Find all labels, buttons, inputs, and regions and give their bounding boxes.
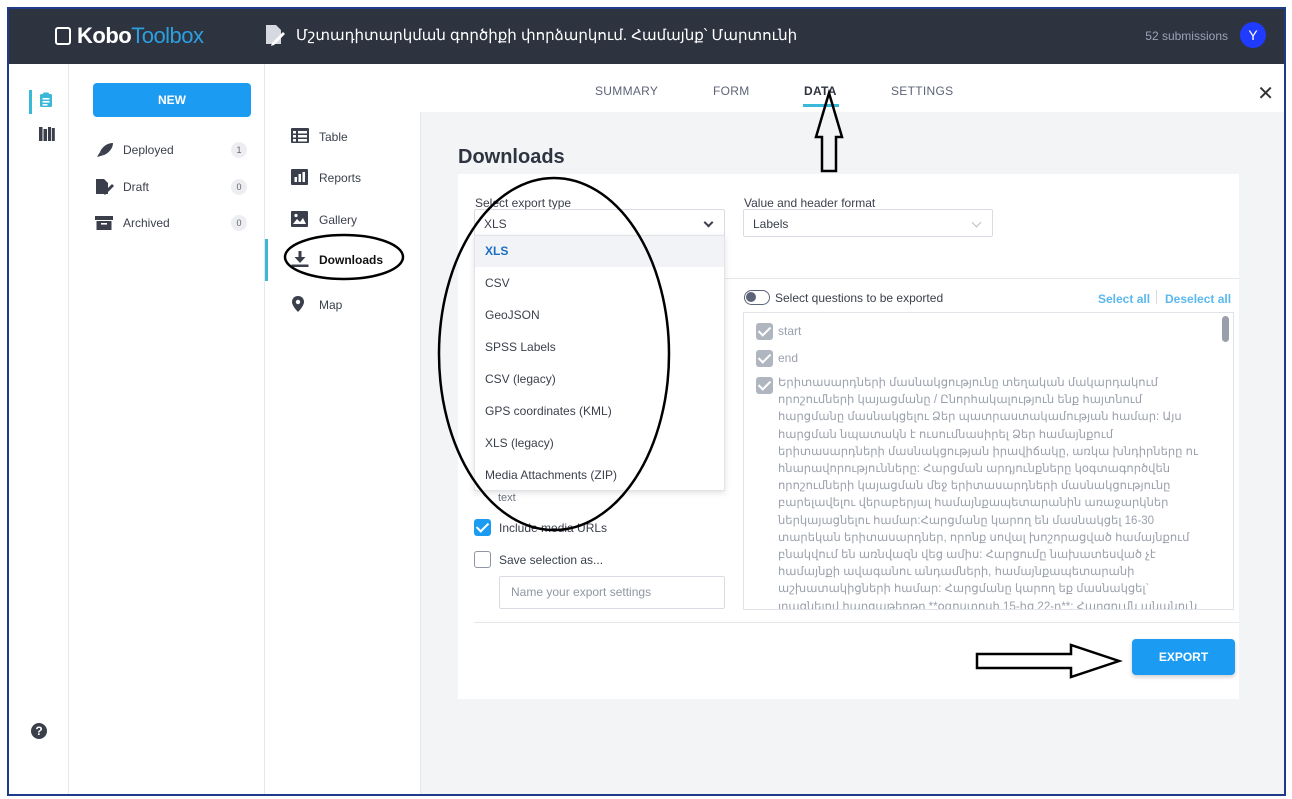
chevron-down-icon xyxy=(703,217,714,228)
page-title: Downloads xyxy=(458,146,565,168)
tab-data[interactable]: DATA xyxy=(804,84,837,98)
top-bar: KoboToolbox Մշտադիտարկման գործիքի փորձար… xyxy=(9,9,1284,64)
question-label: end xyxy=(778,351,799,365)
export-type-label: Select export type xyxy=(475,196,572,210)
deselect-all-link[interactable]: Deselect all xyxy=(1165,292,1231,306)
downloads-content: Downloads Select export type XLS Value a… xyxy=(421,112,1284,794)
question-label: start xyxy=(778,324,802,338)
count-badge: 1 xyxy=(231,142,247,158)
main-icon-nav: ? xyxy=(9,64,69,794)
dropdown-option-zip[interactable]: Media Attachments (ZIP) xyxy=(475,460,724,491)
select-questions-toggle[interactable] xyxy=(744,290,770,305)
gallery-icon xyxy=(291,211,308,227)
chevron-down-icon xyxy=(971,217,982,228)
reports-icon xyxy=(291,169,308,185)
archive-icon xyxy=(95,216,113,230)
subnav-label: Table xyxy=(319,130,348,144)
form-tabs: SUMMARY FORM DATA SETTINGS ✕ xyxy=(265,64,1284,112)
save-selection-checkbox[interactable] xyxy=(474,551,491,568)
format-value: Labels xyxy=(753,217,789,231)
app-frame: KoboToolbox Մշտադիտարկման գործիքի փորձար… xyxy=(7,7,1286,796)
submissions-count: 52 submissions xyxy=(1145,29,1228,43)
scrollbar[interactable] xyxy=(1222,316,1229,342)
table-icon xyxy=(291,128,309,143)
dropdown-option-spss[interactable]: SPSS Labels xyxy=(475,332,724,363)
count-badge: 0 xyxy=(231,179,247,195)
kobotoolbox-logo[interactable]: KoboToolbox xyxy=(55,23,204,49)
question-checkbox[interactable] xyxy=(756,350,773,367)
sidebar-item-label: Deployed xyxy=(123,143,174,157)
question-checkbox[interactable] xyxy=(756,323,773,340)
rocket-icon xyxy=(97,143,113,157)
subnav-label: Map xyxy=(319,298,343,312)
question-label: Երիտասարդների մասնակցությունը տեղական մա… xyxy=(778,377,1198,610)
tab-settings[interactable]: SETTINGS xyxy=(891,84,953,98)
questions-list[interactable]: start end Երիտասարդների մասնակցությունը … xyxy=(743,312,1234,610)
download-icon xyxy=(291,251,309,267)
sidebar-item-draft[interactable]: Draft 0 xyxy=(95,176,255,198)
data-subnav: Table Reports Gallery Downloads Map xyxy=(265,112,421,794)
include-media-checkbox[interactable] xyxy=(474,519,491,536)
subnav-label: Gallery xyxy=(319,213,358,227)
export-type-select[interactable]: XLS xyxy=(474,209,725,237)
user-avatar[interactable]: Y xyxy=(1240,22,1266,48)
subnav-label: Reports xyxy=(319,171,362,185)
export-card: Select export type XLS Value and header … xyxy=(458,174,1239,699)
new-button[interactable]: NEW xyxy=(93,83,251,117)
option-partial-text: text xyxy=(498,492,516,504)
sidebar-item-archived[interactable]: Archived 0 xyxy=(95,212,255,234)
logo-suffix: Toolbox xyxy=(131,23,204,48)
close-icon[interactable]: ✕ xyxy=(1257,81,1274,106)
sidebar-item-label: Draft xyxy=(123,180,150,194)
dropdown-option-xls-legacy[interactable]: XLS (legacy) xyxy=(475,428,724,459)
export-type-dropdown: XLS CSV GeoJSON SPSS Labels CSV (legacy)… xyxy=(474,235,725,491)
dropdown-option-kml[interactable]: GPS coordinates (KML) xyxy=(475,396,724,427)
tab-form[interactable]: FORM xyxy=(713,84,750,98)
divider xyxy=(474,622,1239,623)
dropdown-option-xls[interactable]: XLS xyxy=(475,236,724,267)
dropdown-option-csv[interactable]: CSV xyxy=(475,268,724,299)
select-all-link[interactable]: Select all xyxy=(1098,292,1150,306)
select-questions-label: Select questions to be exported xyxy=(775,291,944,305)
sidebar-item-deployed[interactable]: Deployed 1 xyxy=(95,139,255,161)
sidebar-item-label: Archived xyxy=(123,216,170,230)
dropdown-option-csv-legacy[interactable]: CSV (legacy) xyxy=(475,364,724,395)
save-selection-label: Save selection as... xyxy=(499,553,604,567)
subnav-label: Downloads xyxy=(319,253,384,267)
active-indicator xyxy=(265,239,268,281)
export-button[interactable]: EXPORT xyxy=(1132,639,1235,675)
format-select[interactable]: Labels xyxy=(743,209,993,237)
tab-summary[interactable]: SUMMARY xyxy=(595,84,658,98)
projects-icon[interactable] xyxy=(39,92,53,108)
question-checkbox[interactable] xyxy=(756,377,773,394)
library-icon[interactable] xyxy=(39,127,55,141)
divider xyxy=(1156,290,1157,304)
logo-prefix: Kobo xyxy=(77,23,132,48)
dropdown-option-geojson[interactable]: GeoJSON xyxy=(475,300,724,331)
format-label: Value and header format xyxy=(744,196,876,210)
asset-title: Մշտադիտարկման գործիքի փորձարկում. Համայն… xyxy=(296,27,798,44)
include-media-label: Include media URLs xyxy=(499,521,608,535)
export-settings-name-input[interactable]: Name your export settings xyxy=(499,576,725,609)
map-pin-icon xyxy=(292,296,304,312)
help-icon[interactable]: ? xyxy=(31,723,47,739)
export-type-value: XLS xyxy=(484,217,507,231)
form-draft-icon xyxy=(266,25,285,46)
count-badge: 0 xyxy=(231,215,247,231)
projects-sidebar: NEW Deployed 1 Draft 0 Archived 0 xyxy=(69,64,265,794)
logo-mark-icon xyxy=(55,27,71,45)
active-tab-underline xyxy=(803,104,839,107)
active-indicator xyxy=(29,90,32,114)
draft-icon xyxy=(96,179,114,195)
